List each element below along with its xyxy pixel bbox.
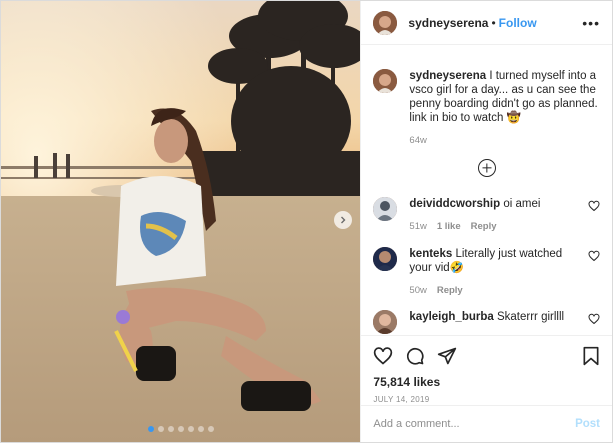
reply-button[interactable]: Reply xyxy=(471,221,497,232)
carousel-dot xyxy=(187,426,194,432)
comment-bubble-icon[interactable] xyxy=(405,346,425,366)
carousel-dot xyxy=(197,426,204,432)
carousel-dot xyxy=(207,426,214,432)
avatar[interactable] xyxy=(373,310,398,334)
comment-text: kenteks Literally just watched your vid🤣 xyxy=(409,247,574,275)
avatar[interactable] xyxy=(373,10,398,35)
carousel-dot xyxy=(147,426,154,432)
comment-text: kayleigh_burba Skaterrr girllll xyxy=(409,310,574,324)
heart-icon[interactable] xyxy=(588,250,600,262)
carousel-dot xyxy=(177,426,184,432)
comment-username[interactable]: kayleigh_burba xyxy=(409,311,493,323)
avatar-image xyxy=(373,197,398,221)
carousel-indicators xyxy=(1,426,360,432)
comment-body: Skaterrr girllll xyxy=(496,311,565,323)
avatar[interactable] xyxy=(373,247,398,271)
caption-time[interactable]: 64w xyxy=(409,135,599,146)
post-actions: 75,814 likes JULY 14, 2019 xyxy=(361,335,612,405)
load-more-comments-button[interactable] xyxy=(477,159,496,177)
follow-button[interactable]: Follow xyxy=(499,16,537,30)
comment-meta: 50w Reply xyxy=(409,285,574,296)
comment-item: kenteks Literally just watched your vid🤣… xyxy=(373,247,600,296)
caption: sydneyserena I turned myself into a vsco… xyxy=(373,69,600,146)
chevron-right-icon xyxy=(341,216,346,224)
avatar-image xyxy=(373,310,398,334)
carousel-dot xyxy=(157,426,164,432)
comment-username[interactable]: kenteks xyxy=(409,248,452,260)
author-username[interactable]: sydneyserena xyxy=(408,16,488,30)
post-header: sydneyserena • Follow ••• xyxy=(361,1,612,45)
comment-item: deividdcworship oi amei 51w 1 like Reply xyxy=(373,197,600,232)
comment-meta: 51w 1 like Reply xyxy=(409,221,574,232)
comment-item: kayleigh_burba Skaterrr girllll xyxy=(373,310,600,334)
post-date[interactable]: JULY 14, 2019 xyxy=(373,395,600,404)
caption-username[interactable]: sydneyserena xyxy=(409,70,486,82)
avatar-image xyxy=(373,247,398,271)
comment-username[interactable]: deividdcworship xyxy=(409,198,500,210)
comment-text: deividdcworship oi amei xyxy=(409,197,574,211)
comment-likes[interactable]: 1 like xyxy=(437,221,461,232)
reply-button[interactable]: Reply xyxy=(437,285,463,296)
likes-count[interactable]: 75,814 likes xyxy=(373,375,600,389)
comment-time[interactable]: 50w xyxy=(409,285,426,296)
carousel-dot xyxy=(167,426,174,432)
avatar[interactable] xyxy=(373,69,398,93)
instagram-post: sydneyserena • Follow ••• sydneyserena I… xyxy=(0,0,613,443)
avatar-image xyxy=(373,69,398,93)
comment-time[interactable]: 51w xyxy=(409,221,426,232)
heart-icon[interactable] xyxy=(588,313,600,325)
post-sidebar: sydneyserena • Follow ••• sydneyserena I… xyxy=(360,1,612,442)
share-send-icon[interactable] xyxy=(437,346,457,366)
add-comment-input[interactable] xyxy=(373,418,576,430)
next-slide-button[interactable] xyxy=(334,211,352,229)
more-options-icon[interactable]: ••• xyxy=(582,15,600,31)
comment-composer: Post xyxy=(361,405,612,442)
post-media[interactable] xyxy=(1,1,361,442)
separator-dot: • xyxy=(491,15,496,30)
avatar-image xyxy=(373,10,398,35)
action-icons xyxy=(373,346,600,366)
post-photo xyxy=(1,1,361,442)
heart-icon[interactable] xyxy=(588,200,600,212)
post-comment-button[interactable]: Post xyxy=(575,418,600,430)
bookmark-icon[interactable] xyxy=(582,346,600,366)
avatar[interactable] xyxy=(373,197,398,221)
comment-body: oi amei xyxy=(503,198,541,210)
caption-text: sydneyserena I turned myself into a vsco… xyxy=(409,69,599,125)
like-heart-icon[interactable] xyxy=(373,346,393,366)
comments-list[interactable]: sydneyserena I turned myself into a vsco… xyxy=(361,45,612,335)
